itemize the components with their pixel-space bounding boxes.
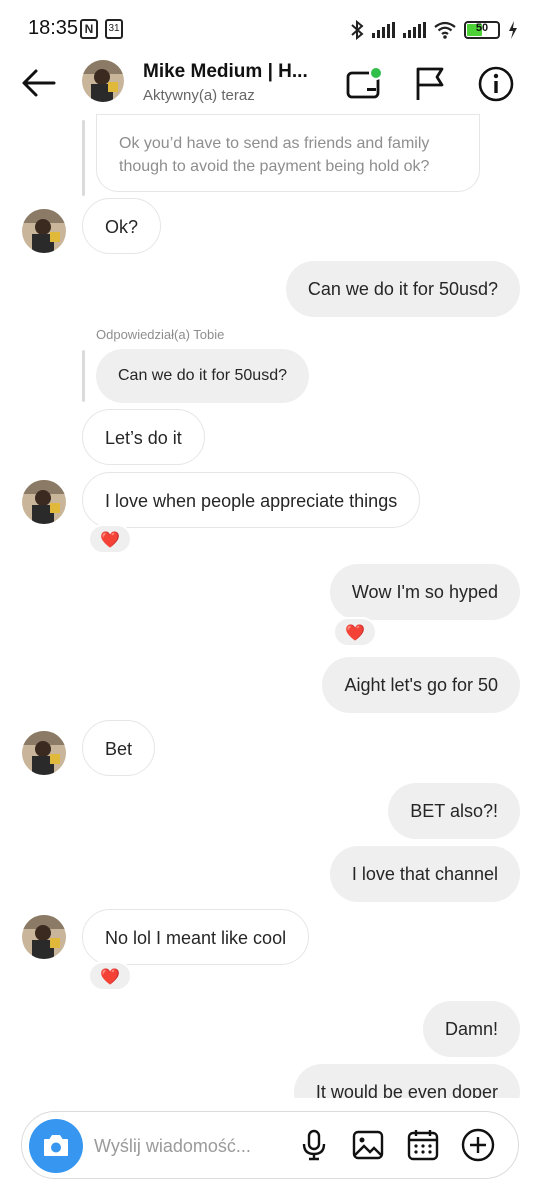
message-incoming[interactable]: Let’s do it <box>82 409 205 465</box>
message-incoming[interactable]: Ok? <box>82 198 162 254</box>
sticker-calendar-icon[interactable] <box>405 1127 441 1163</box>
wifi-icon <box>434 21 456 39</box>
status-time: 18:35 <box>28 17 79 39</box>
heart-reaction[interactable]: ❤️ <box>88 524 132 554</box>
chat-header: Mike Medium | H... Aktywny(a) teraz <box>0 56 540 114</box>
video-call-icon[interactable] <box>345 64 385 104</box>
message-outgoing[interactable]: Can we do it for 50usd? <box>285 261 520 317</box>
back-arrow-icon[interactable] <box>20 66 58 100</box>
contact-name[interactable]: Mike Medium | H... <box>143 61 308 83</box>
signal-icon <box>372 22 395 38</box>
avatar[interactable] <box>22 480 66 524</box>
avatar[interactable] <box>22 209 66 253</box>
message-composer <box>21 1111 519 1179</box>
quote-bar <box>82 350 85 402</box>
message-incoming[interactable]: I love when people appreciate things <box>82 472 421 528</box>
quoted-message[interactable]: Ok you’d have to send as friends and fam… <box>96 114 480 192</box>
status-bar: 18:35 N 31 50 <box>0 0 540 56</box>
message-outgoing[interactable]: It would be even doper <box>293 1064 520 1098</box>
contact-status: Aktywny(a) teraz <box>143 87 255 104</box>
quote-bar <box>82 120 85 196</box>
info-icon[interactable] <box>476 64 516 104</box>
battery-icon: 50 <box>464 21 500 39</box>
charging-icon <box>509 21 517 39</box>
message-input[interactable] <box>94 1132 274 1160</box>
message-incoming[interactable]: Bet <box>82 720 156 776</box>
microphone-icon[interactable] <box>296 1127 332 1163</box>
quoted-message[interactable]: Can we do it for 50usd? <box>96 349 309 403</box>
heart-reaction[interactable]: ❤️ <box>333 617 377 647</box>
gallery-icon[interactable] <box>350 1127 386 1163</box>
message-outgoing[interactable]: Wow I'm so hyped <box>329 564 520 620</box>
replied-label: Odpowiedział(a) Tobie <box>96 327 225 342</box>
add-icon[interactable] <box>460 1127 496 1163</box>
bluetooth-icon <box>351 20 364 40</box>
battery-level: 50 <box>475 22 489 34</box>
camera-button[interactable] <box>29 1119 83 1173</box>
message-outgoing[interactable]: BET also?! <box>388 783 520 839</box>
calendar-icon: 31 <box>105 19 123 39</box>
flag-icon[interactable] <box>410 64 450 104</box>
message-incoming[interactable]: No lol I meant like cool <box>82 909 310 965</box>
avatar[interactable] <box>22 915 66 959</box>
signal-icon-2 <box>403 22 426 38</box>
message-outgoing[interactable]: Damn! <box>422 1001 520 1057</box>
avatar[interactable] <box>22 731 66 775</box>
message-outgoing[interactable]: Aight let's go for 50 <box>322 657 520 713</box>
camera-icon <box>44 1135 68 1156</box>
heart-reaction[interactable]: ❤️ <box>88 961 132 991</box>
message-outgoing[interactable]: I love that channel <box>329 846 520 902</box>
message-list[interactable]: Ok you’d have to send as friends and fam… <box>0 114 540 1098</box>
avatar[interactable] <box>82 60 124 102</box>
nfc-icon: N <box>80 19 98 39</box>
